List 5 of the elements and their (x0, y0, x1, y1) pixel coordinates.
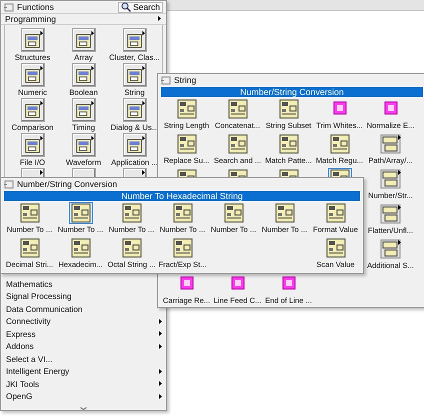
palette-title: String (174, 75, 196, 85)
palette-title: Number/String Conversion (17, 179, 118, 189)
highlight-bar: Number To Hexadecimal String (4, 191, 360, 201)
highlight-bar: Number/String Conversion (161, 87, 423, 97)
palette-title: Functions (17, 2, 54, 12)
